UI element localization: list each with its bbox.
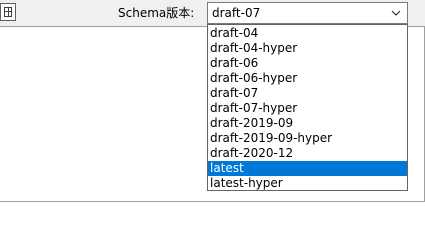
option-draft-07-hyper[interactable]: draft-07-hyper — [208, 101, 407, 116]
option-draft-06[interactable]: draft-06 — [208, 56, 407, 71]
option-draft-04-hyper[interactable]: draft-04-hyper — [208, 41, 407, 56]
form-icon[interactable] — [0, 3, 16, 21]
toolbar: Schema版本: draft-07 — [0, 0, 425, 27]
option-draft-2019-09[interactable]: draft-2019-09 — [208, 116, 407, 131]
chevron-down-icon[interactable] — [391, 9, 401, 17]
option-latest[interactable]: latest — [208, 161, 407, 176]
option-draft-07[interactable]: draft-07 — [208, 86, 407, 101]
option-draft-06-hyper[interactable]: draft-06-hyper — [208, 71, 407, 86]
option-draft-04[interactable]: draft-04 — [208, 26, 407, 41]
schema-version-value: draft-07 — [212, 6, 261, 20]
schema-version-label: Schema版本: — [118, 6, 195, 20]
option-draft-2020-12[interactable]: draft-2020-12 — [208, 146, 407, 161]
option-latest-hyper[interactable]: latest-hyper — [208, 176, 407, 191]
schema-version-dropdown: draft-04 draft-04-hyper draft-06 draft-0… — [207, 24, 408, 191]
option-draft-2019-09-hyper[interactable]: draft-2019-09-hyper — [208, 131, 407, 146]
schema-version-select[interactable]: draft-07 — [207, 2, 408, 24]
